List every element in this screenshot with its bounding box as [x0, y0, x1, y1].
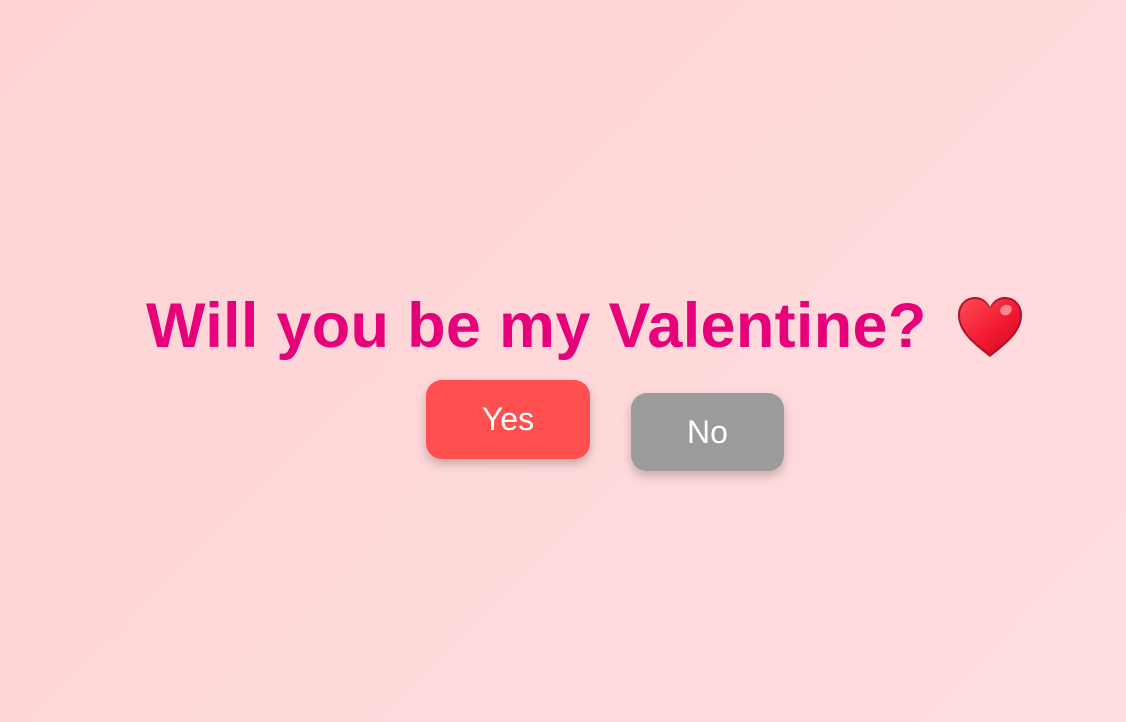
- yes-button[interactable]: Yes: [426, 380, 590, 459]
- no-button[interactable]: No: [631, 393, 784, 471]
- red-heart-icon: [955, 295, 1025, 361]
- valentine-question: Will you be my Valentine?: [146, 286, 1025, 366]
- question-title: Will you be my Valentine?: [146, 290, 927, 361]
